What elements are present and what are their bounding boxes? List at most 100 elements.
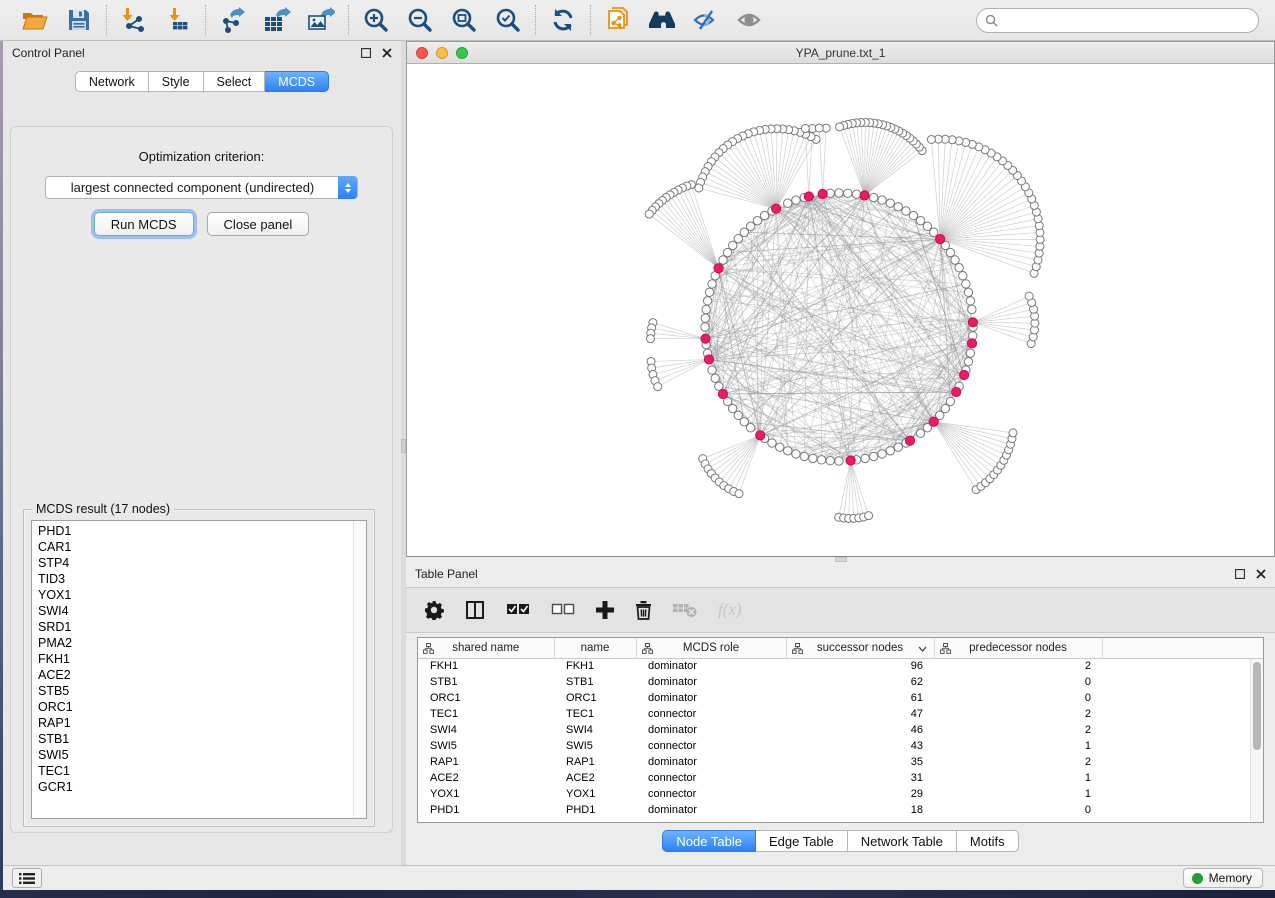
tab-mcds[interactable]: MCDS: [265, 71, 329, 92]
table-row[interactable]: SWI5SWI5connector431: [418, 738, 1263, 754]
ring-node[interactable]: [955, 264, 963, 272]
mcds-result-node[interactable]: STB5: [38, 683, 353, 699]
cell-predecessor-nodes[interactable]: 1: [934, 738, 1102, 754]
ring-node[interactable]: [894, 203, 902, 211]
export-table-icon[interactable]: [262, 5, 292, 35]
cell-predecessor-nodes[interactable]: 2: [934, 658, 1102, 674]
horizontal-splitter-handle[interactable]: [835, 557, 847, 562]
ring-node[interactable]: [784, 199, 792, 207]
share-document-icon[interactable]: [603, 5, 633, 35]
export-image-icon[interactable]: [306, 5, 336, 35]
cell-predecessor-nodes[interactable]: 0: [934, 690, 1102, 706]
zoom-window-light[interactable]: [456, 47, 468, 59]
export-network-icon[interactable]: [218, 5, 248, 35]
table-row[interactable]: STB1STB1dominator620: [418, 674, 1263, 690]
leaf-node[interactable]: [654, 383, 662, 391]
mcds-hub-node[interactable]: [701, 334, 710, 343]
ring-node[interactable]: [886, 199, 894, 207]
ring-node[interactable]: [878, 450, 886, 458]
ring-node[interactable]: [835, 457, 843, 465]
search-network-icon[interactable]: [647, 5, 677, 35]
table-row[interactable]: ACE2ACE2connector311: [418, 770, 1263, 786]
zoom-selected-icon[interactable]: [493, 5, 523, 35]
cell-successor-nodes[interactable]: 62: [786, 674, 934, 690]
cell-successor-nodes[interactable]: 43: [786, 738, 934, 754]
ring-node[interactable]: [792, 450, 800, 458]
add-column-icon[interactable]: [596, 597, 614, 623]
ring-node[interactable]: [792, 196, 800, 204]
cell-shared-name[interactable]: FKH1: [418, 658, 554, 674]
ring-node[interactable]: [719, 256, 727, 264]
cell-predecessor-nodes[interactable]: 2: [934, 722, 1102, 738]
ring-node[interactable]: [930, 228, 938, 236]
ring-node[interactable]: [817, 456, 825, 464]
ring-node[interactable]: [966, 297, 974, 305]
mcds-result-node[interactable]: SWI4: [38, 603, 353, 619]
tab-node-table[interactable]: Node Table: [662, 830, 756, 852]
leaf-node[interactable]: [927, 135, 935, 143]
cell-name[interactable]: TEC1: [554, 706, 636, 722]
leaf-node[interactable]: [695, 184, 703, 192]
table-row[interactable]: FKH1FKH1dominator962: [418, 658, 1263, 674]
leaf-node[interactable]: [801, 125, 809, 133]
ring-node[interactable]: [894, 443, 902, 451]
mcds-hub-node[interactable]: [804, 192, 813, 201]
mcds-result-node[interactable]: TID3: [38, 571, 353, 587]
leaf-node[interactable]: [1009, 429, 1017, 437]
column-header-shared-name[interactable]: shared name: [418, 638, 554, 658]
cell-shared-name[interactable]: ACE2: [418, 770, 554, 786]
mcds-hub-node[interactable]: [771, 204, 780, 213]
ring-node[interactable]: [809, 454, 817, 462]
ring-node[interactable]: [951, 256, 959, 264]
cell-MCDS-role[interactable]: connector: [636, 786, 786, 802]
cell-shared-name[interactable]: ORC1: [418, 690, 554, 706]
mcds-result-node[interactable]: RAP1: [38, 715, 353, 731]
column-header-successor-nodes[interactable]: successor nodes: [786, 638, 934, 658]
refresh-view-icon[interactable]: [548, 5, 578, 35]
vertical-splitter-handle[interactable]: [401, 439, 406, 453]
ring-node[interactable]: [959, 272, 967, 280]
mcds-hub-node[interactable]: [704, 355, 713, 364]
leaf-node[interactable]: [647, 335, 655, 343]
cell-name[interactable]: PHD1: [554, 802, 636, 818]
leaf-node[interactable]: [645, 210, 653, 218]
mcds-result-node[interactable]: STB1: [38, 731, 353, 747]
tab-edge-table[interactable]: Edge Table: [756, 830, 848, 852]
select-all-rows-icon[interactable]: [506, 597, 530, 623]
open-file-icon[interactable]: [20, 5, 50, 35]
ring-node[interactable]: [962, 280, 970, 288]
ring-node[interactable]: [728, 404, 736, 412]
mcds-hub-node[interactable]: [968, 318, 977, 327]
zoom-out-icon[interactable]: [405, 5, 435, 35]
tab-network-table[interactable]: Network Table: [848, 830, 957, 852]
ring-node[interactable]: [705, 288, 713, 296]
ring-node[interactable]: [886, 447, 894, 455]
cell-successor-nodes[interactable]: 35: [786, 754, 934, 770]
mcds-hub-node[interactable]: [846, 456, 855, 465]
zoom-fit-icon[interactable]: [449, 5, 479, 35]
ring-node[interactable]: [852, 190, 860, 198]
ring-node[interactable]: [800, 452, 808, 460]
cell-shared-name[interactable]: PHD1: [418, 802, 554, 818]
zoom-in-icon[interactable]: [361, 5, 391, 35]
ring-node[interactable]: [946, 397, 954, 405]
ring-node[interactable]: [968, 305, 976, 313]
ring-node[interactable]: [708, 280, 716, 288]
cell-name[interactable]: ORC1: [554, 690, 636, 706]
tab-select[interactable]: Select: [204, 71, 266, 92]
ring-node[interactable]: [946, 248, 954, 256]
ring-node[interactable]: [844, 189, 852, 197]
ring-node[interactable]: [711, 374, 719, 382]
cell-MCDS-role[interactable]: dominator: [636, 674, 786, 690]
show-elements-icon[interactable]: [735, 5, 765, 35]
mcds-hub-node[interactable]: [818, 189, 827, 198]
mcds-hub-node[interactable]: [756, 431, 765, 440]
ring-node[interactable]: [964, 288, 972, 296]
float-panel-icon[interactable]: [360, 48, 371, 59]
ring-node[interactable]: [878, 196, 886, 204]
cell-successor-nodes[interactable]: 47: [786, 706, 934, 722]
ring-node[interactable]: [784, 447, 792, 455]
leaf-node[interactable]: [735, 490, 743, 498]
cell-MCDS-role[interactable]: dominator: [636, 802, 786, 818]
mcds-result-node[interactable]: FKH1: [38, 651, 353, 667]
